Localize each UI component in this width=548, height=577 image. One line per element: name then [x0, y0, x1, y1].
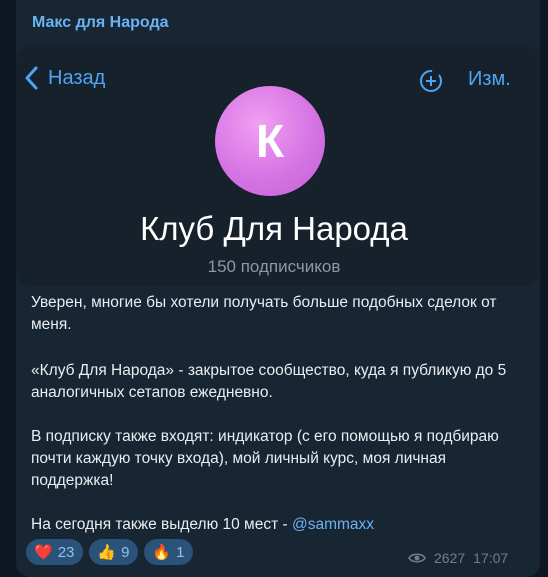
reaction-count: 1 — [176, 543, 185, 561]
avatar-letter: К — [255, 115, 285, 167]
add-circle-icon[interactable] — [418, 68, 444, 94]
edit-button[interactable]: Изм. — [468, 68, 511, 91]
reaction-count: 23 — [57, 543, 75, 561]
fire-icon: 🔥 — [152, 544, 172, 561]
message-meta: 2627 17:07 — [408, 550, 508, 566]
reaction-thumbs-up[interactable]: 👍 9 — [89, 539, 139, 565]
eye-icon — [408, 553, 426, 563]
view-count: 2627 — [434, 550, 466, 566]
heart-icon: ❤️ — [34, 544, 53, 561]
reactions-bar: ❤️ 23 👍 9 🔥 1 — [26, 539, 194, 565]
chevron-left-icon — [25, 66, 38, 90]
message-last-line: На сегодня также выделю 10 мест - @samma… — [31, 514, 521, 536]
reaction-heart[interactable]: ❤️ 23 — [26, 539, 84, 565]
subscriber-count: 150 подписчиков — [207, 257, 341, 276]
reaction-count: 9 — [121, 543, 130, 561]
back-label: Назад — [48, 66, 106, 89]
message-paragraph: В подписку также входят: индикатор (с ег… — [31, 428, 499, 489]
reaction-fire[interactable]: 🔥 1 — [144, 539, 194, 565]
message-paragraph: Уверен, многие бы хотели получать больше… — [31, 294, 497, 333]
message-paragraph: «Клуб Для Народа» - закрытое сообщество,… — [31, 362, 507, 401]
sender-name[interactable]: Макс для Народа — [32, 14, 169, 32]
channel-title: Клуб Для Народа — [140, 210, 408, 247]
last-line-text: На сегодня также выделю 10 мест - — [31, 516, 292, 533]
mention-link[interactable]: @sammaxx — [292, 516, 374, 533]
back-button[interactable]: Назад — [24, 66, 105, 90]
channel-avatar: К — [215, 86, 325, 196]
message-time: 17:07 — [473, 550, 509, 566]
thumbs-up-icon: 👍 — [97, 544, 117, 561]
